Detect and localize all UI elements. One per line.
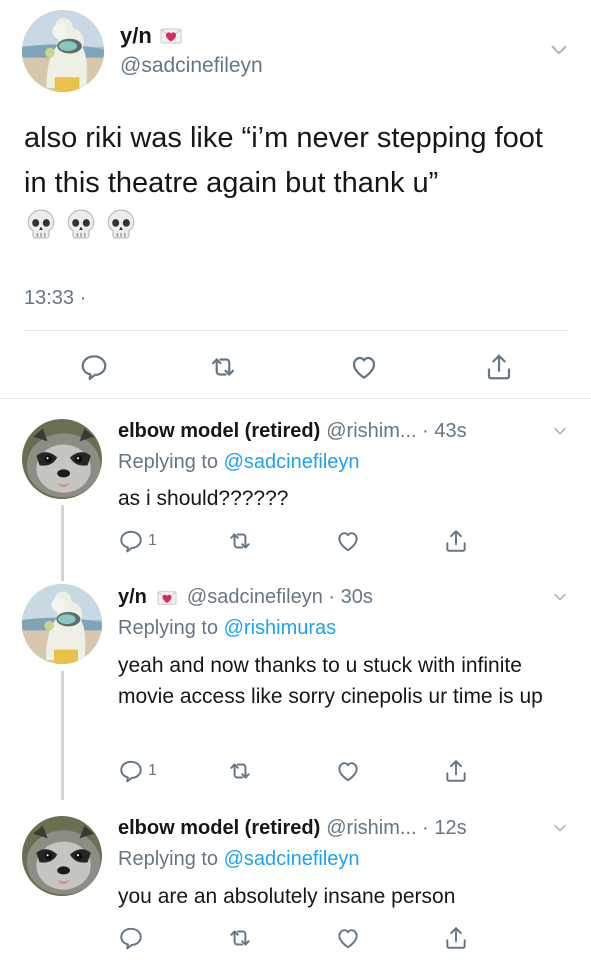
retweet-icon[interactable]	[227, 925, 253, 951]
reply-actions: 1	[0, 528, 591, 554]
user-handle[interactable]: @sadcinefileyn	[120, 54, 263, 78]
skull-emoji-group	[24, 207, 138, 241]
replying-to-link[interactable]: @rishimuras	[224, 617, 337, 639]
tweet-timestamp[interactable]: 13:33 ·	[24, 287, 86, 310]
divider	[24, 330, 569, 331]
love-letter-icon	[160, 28, 182, 44]
chevron-down-icon[interactable]	[553, 424, 567, 438]
reply-tweet[interactable]: elbow model (retired) @rishim... · 12s R…	[0, 800, 591, 960]
display-name[interactable]: elbow model (retired)	[118, 420, 320, 443]
reply-count: 1	[148, 762, 157, 779]
like-icon[interactable]	[349, 352, 379, 382]
skull-icon	[67, 209, 95, 239]
thread-line	[61, 569, 64, 581]
avatar[interactable]	[22, 816, 102, 896]
reply-text: you are an absolutely insane person	[118, 885, 456, 908]
chevron-down-icon[interactable]	[550, 41, 568, 59]
reply-text: as i should??????	[118, 487, 289, 510]
avatar[interactable]	[22, 584, 102, 664]
reply-header: elbow model (retired) @rishim... · 12s	[118, 817, 467, 840]
retweet-icon[interactable]	[227, 528, 253, 554]
reply-actions: 1	[0, 758, 591, 784]
tweet-text: also riki was like “i’m never stepping f…	[24, 122, 543, 199]
share-icon[interactable]	[484, 352, 514, 382]
share-icon[interactable]	[443, 758, 469, 784]
replying-to-link[interactable]: @sadcinefileyn	[224, 451, 360, 473]
reply-tweet[interactable]: y/n @sadcinefileyn · 30s Replying to @ri…	[0, 569, 591, 800]
replying-to: Replying to @sadcinefileyn	[118, 848, 360, 871]
share-icon[interactable]	[443, 528, 469, 554]
reply-tweet[interactable]: elbow model (retired) @rishim... · 43s R…	[0, 399, 591, 569]
reply-button[interactable]: 1	[118, 528, 157, 554]
reply-button[interactable]: 1	[118, 758, 157, 784]
reply-icon[interactable]	[79, 352, 109, 382]
skull-icon	[27, 209, 55, 239]
like-icon[interactable]	[335, 925, 361, 951]
love-letter-icon	[157, 590, 177, 605]
like-icon[interactable]	[335, 528, 361, 554]
retweet-icon[interactable]	[208, 352, 238, 382]
replying-to-label: Replying to	[118, 451, 219, 473]
handle-and-time[interactable]: @rishim... · 43s	[326, 420, 466, 443]
reply-actions	[0, 925, 591, 951]
reply-icon[interactable]	[118, 758, 144, 784]
display-name-text[interactable]: y/n	[120, 23, 152, 49]
display-name[interactable]: y/n	[120, 23, 182, 49]
tweet-actions	[0, 352, 591, 386]
avatar[interactable]	[22, 419, 102, 499]
chevron-down-icon[interactable]	[553, 821, 567, 835]
reply-header: y/n @sadcinefileyn · 30s	[118, 586, 373, 609]
share-icon[interactable]	[443, 925, 469, 951]
chevron-down-icon[interactable]	[553, 590, 567, 604]
reply-text: yeah and now thanks to u stuck with infi…	[118, 654, 543, 708]
replying-to-label: Replying to	[118, 848, 219, 870]
reply-header: elbow model (retired) @rishim... · 43s	[118, 420, 467, 443]
reply-icon[interactable]	[118, 925, 144, 951]
display-name[interactable]: y/n	[118, 586, 147, 609]
reply-button[interactable]	[118, 925, 148, 951]
skull-icon	[107, 209, 135, 239]
main-tweet: y/n @sadcinefileyn also riki was like “i…	[0, 0, 591, 398]
replying-to-link[interactable]: @sadcinefileyn	[224, 848, 360, 870]
handle-and-time[interactable]: @sadcinefileyn · 30s	[187, 586, 373, 609]
like-icon[interactable]	[335, 758, 361, 784]
avatar[interactable]	[22, 10, 104, 92]
replying-to: Replying to @sadcinefileyn	[118, 451, 360, 474]
replying-to: Replying to @rishimuras	[118, 617, 336, 640]
reply-count: 1	[148, 532, 157, 549]
display-name[interactable]: elbow model (retired)	[118, 817, 320, 840]
replying-to-label: Replying to	[118, 617, 219, 639]
reply-icon[interactable]	[118, 528, 144, 554]
retweet-icon[interactable]	[227, 758, 253, 784]
handle-and-time[interactable]: @rishim... · 12s	[326, 817, 466, 840]
